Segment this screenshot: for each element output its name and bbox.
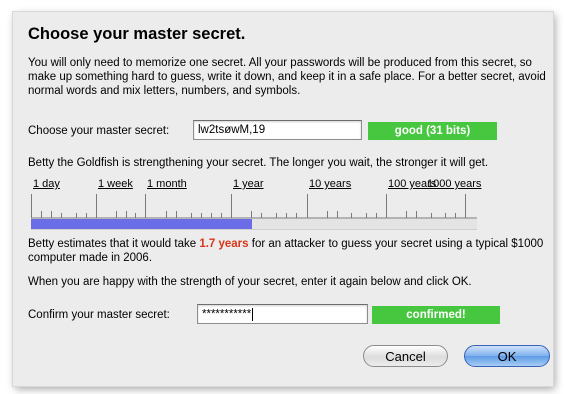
timescale-label-10-years: 10 years [309, 178, 352, 190]
estimate-duration: 1.7 years [199, 238, 249, 250]
text-caret [252, 308, 254, 321]
master-secret-input[interactable]: lw2tsøwM,19 [193, 120, 362, 140]
estimate-prefix: Betty estimates that it would take [28, 238, 200, 250]
strength-badge: good (31 bits) [368, 122, 497, 140]
estimate-message: Betty estimates that it would take 1.7 y… [28, 237, 548, 265]
confirmed-badge: confirmed! [372, 306, 500, 324]
dialog-title: Choose your master secret. [28, 25, 246, 43]
goldfish-message: Betty the Goldfish is strengthening your… [28, 157, 489, 169]
timescale-label-day: 1 day [33, 178, 60, 190]
window: Choose your master secret. You will only… [2, 2, 564, 392]
master-secret-dialog: Choose your master secret. You will only… [13, 12, 553, 386]
master-secret-value: lw2tsøwM,19 [198, 124, 266, 136]
confirm-instruction: When you are happy with the strength of … [28, 276, 472, 288]
master-secret-label: Choose your master secret: [28, 125, 170, 137]
timescale-label-1000-years: 1000 years [427, 178, 482, 190]
confirm-secret-value: *********** [202, 308, 252, 321]
confirm-secret-label: Confirm your master secret: [28, 309, 170, 321]
intro-text: You will only need to memorize one secre… [28, 57, 546, 97]
timescale-label-week: 1 week [98, 178, 133, 190]
timescale-label-year: 1 year [233, 178, 264, 190]
ok-button[interactable]: OK [464, 345, 550, 367]
timescale-label-month: 1 month [147, 178, 187, 190]
strength-progress-fill [31, 219, 252, 229]
confirm-secret-input[interactable]: *********** [197, 304, 368, 324]
cancel-button[interactable]: Cancel [363, 345, 448, 367]
strength-timescale: 1 day 1 week 1 month 1 year 10 years 100… [31, 178, 481, 230]
